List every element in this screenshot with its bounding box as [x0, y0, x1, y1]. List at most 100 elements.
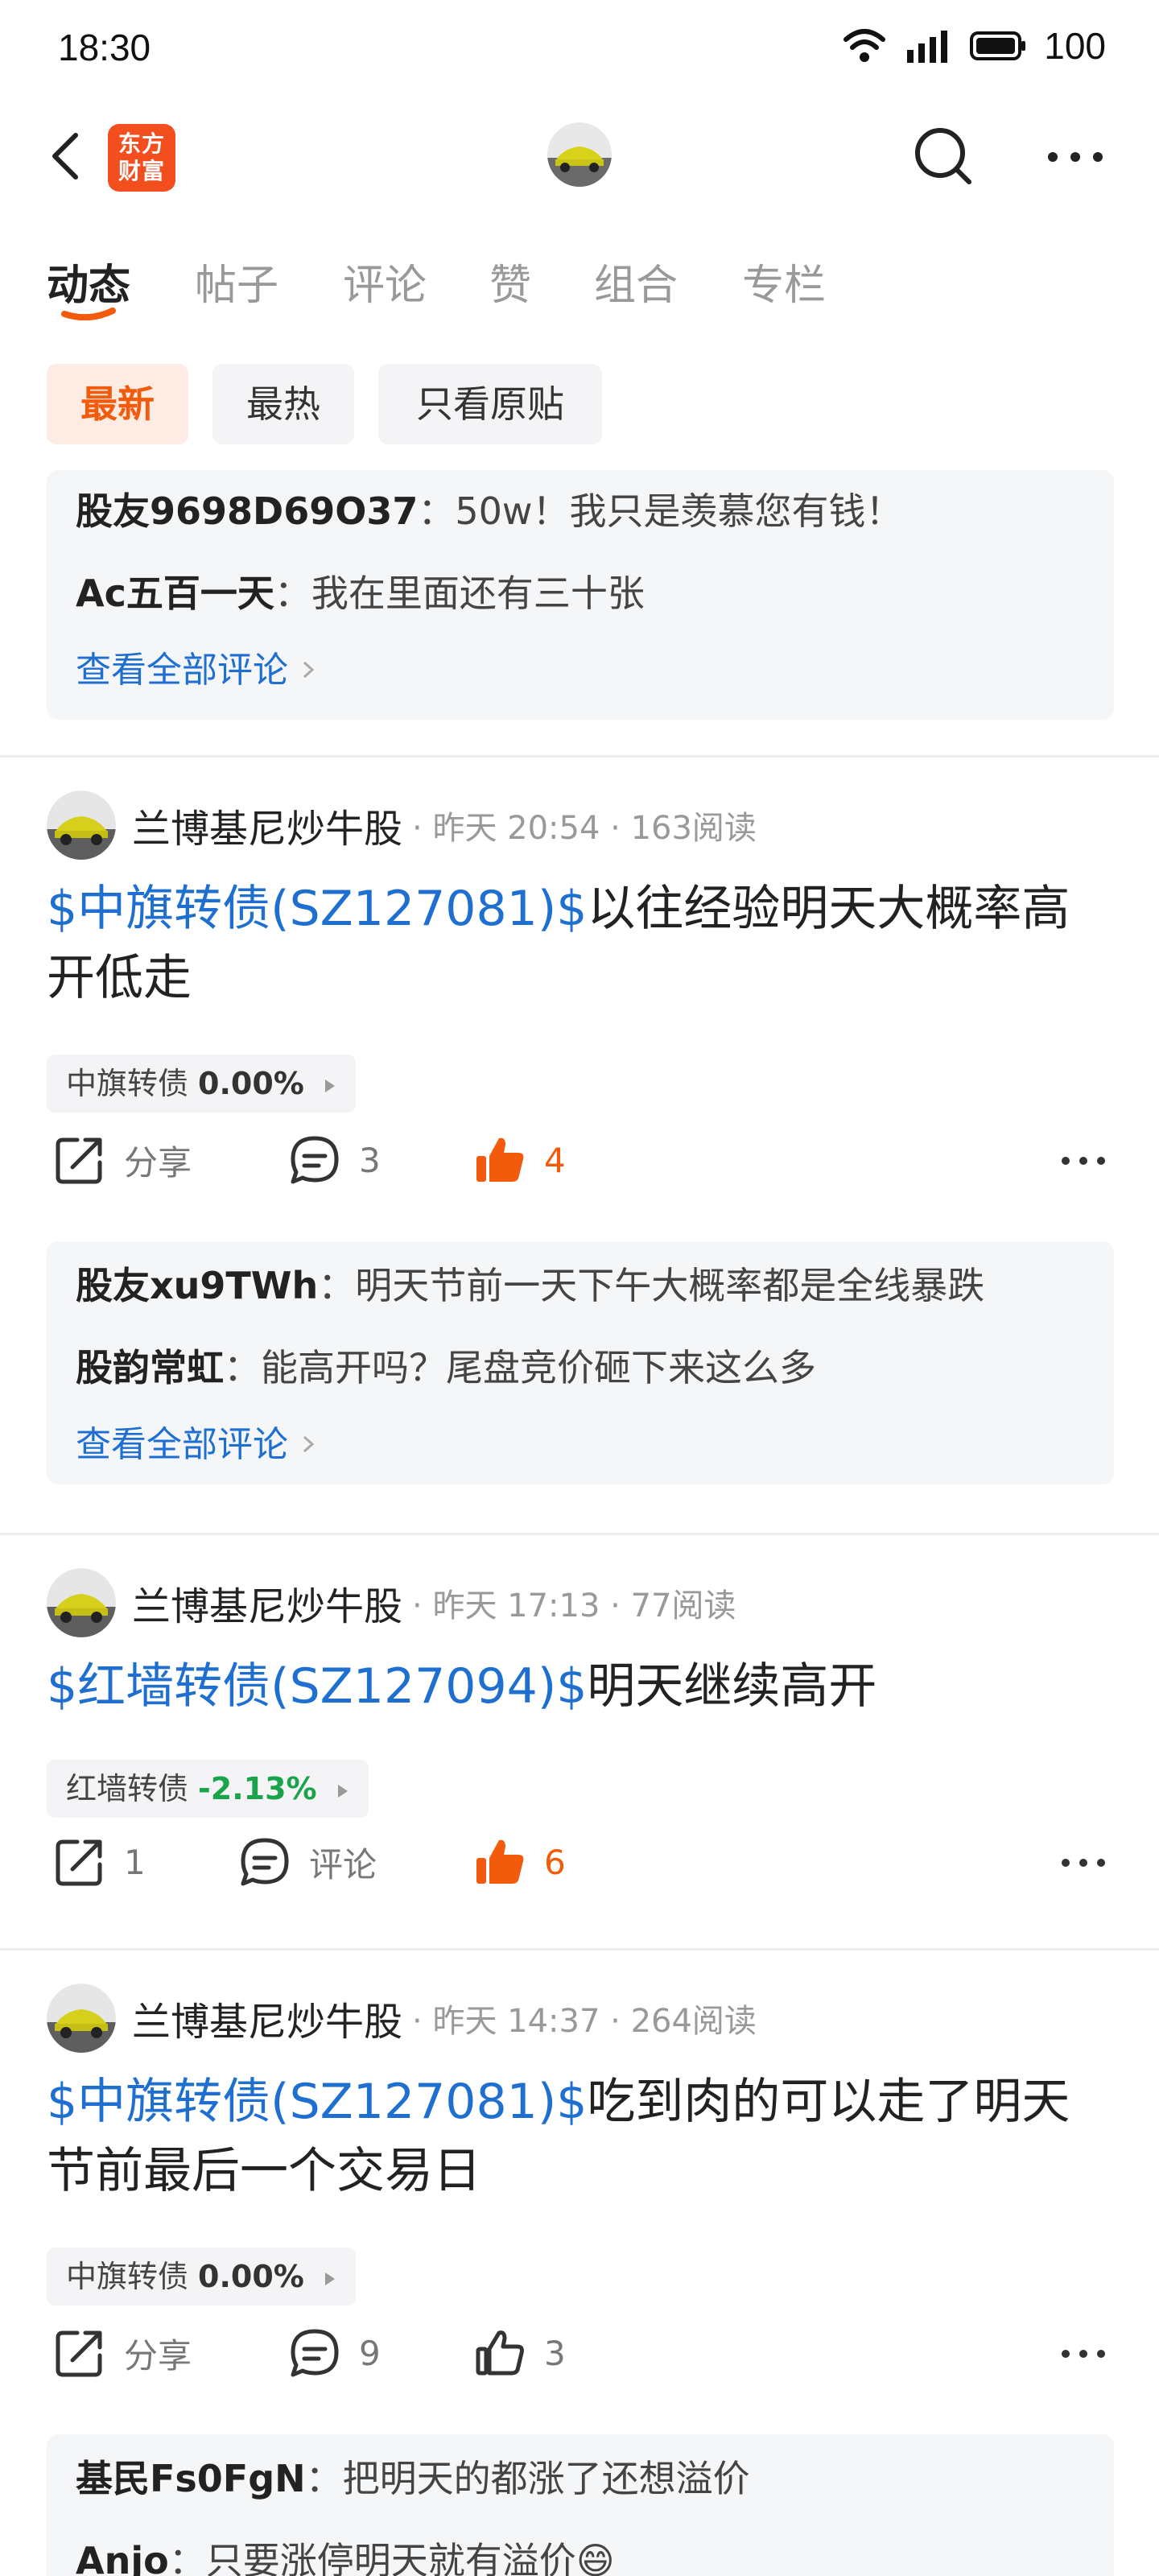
divider	[0, 1948, 1159, 1951]
author-avatar[interactable]	[47, 1568, 116, 1637]
post-card[interactable]: 兰博基尼炒牛股 · 昨天 20:54 · 163阅读 $中旗转债(SZ12708…	[0, 789, 1159, 1513]
post-text: 明天继续高开	[587, 1658, 877, 1715]
more-horizontal-icon	[1048, 152, 1103, 162]
author-avatar[interactable]	[47, 1984, 116, 2053]
comment-icon	[291, 1136, 339, 1184]
play-arrow-icon	[324, 2272, 335, 2285]
comment-user[interactable]: 股韵常虹	[76, 1346, 224, 1389]
comment-user[interactable]: 股友xu9TWh	[76, 1264, 318, 1307]
status-time: 18:30	[58, 27, 151, 68]
comment-item[interactable]: 股韵常虹：能高开吗？尾盘竞价砸下来这么多	[76, 1327, 1085, 1409]
comment-item[interactable]: 股友9698D69O37：50w！我只是羡慕您有钱！	[76, 470, 1085, 552]
car-avatar-icon	[47, 791, 116, 860]
like-button[interactable]: 4	[472, 1124, 566, 1196]
comment-user[interactable]: Ac五百一天	[76, 572, 274, 615]
back-button[interactable]	[40, 124, 97, 188]
tab-comments[interactable]: 评论	[343, 251, 427, 312]
comment-button[interactable]: 评论	[237, 1826, 377, 1898]
comment-user[interactable]: 股友9698D69O37	[76, 489, 418, 533]
post-content[interactable]: $中旗转债(SZ127081)$吃到肉的可以走了明天节前最后一个交易日	[47, 2067, 1117, 2206]
view-all-comments-link[interactable]: 查看全部评论	[76, 1409, 1085, 1486]
tab-portfolio[interactable]: 组合	[594, 251, 678, 312]
comment-button[interactable]: 3	[287, 1124, 381, 1196]
stock-link[interactable]: $红墙转债(SZ127094)$	[47, 1658, 587, 1715]
post-content[interactable]: $中旗转债(SZ127081)$以往经验明天大概率高开低走	[47, 874, 1117, 1013]
chip-change-value: 0.00%	[198, 2259, 304, 2294]
post-card[interactable]: 兰博基尼炒牛股 · 昨天 14:37 · 264阅读 $中旗转债(SZ12708…	[0, 1982, 1159, 2576]
author-name[interactable]: 兰博基尼炒牛股	[132, 797, 402, 853]
chip-stock-name: 中旗转债	[66, 1066, 189, 1101]
like-button[interactable]: 6	[472, 1826, 566, 1898]
status-bar: 18:30 100	[0, 0, 1159, 97]
post-card[interactable]: 兰博基尼炒牛股 · 昨天 17:13 · 77阅读 $红墙转债(SZ127094…	[0, 1567, 1159, 1937]
comment-icon	[241, 1838, 289, 1886]
chevron-right-icon	[303, 661, 315, 679]
thumbs-up-filled-icon	[476, 1839, 524, 1884]
post-header: 兰博基尼炒牛股 · 昨天 17:13 · 77阅读	[47, 1567, 736, 1639]
comment-text: 把明天的都涨了还想溢价	[342, 2457, 750, 2500]
filter-hottest[interactable]: 最热	[212, 364, 354, 444]
comment-count: 9	[359, 2333, 381, 2373]
post-header: 兰博基尼炒牛股 · 昨天 14:37 · 264阅读	[47, 1982, 757, 2054]
tab-column[interactable]: 专栏	[742, 251, 826, 312]
stock-link[interactable]: $中旗转债(SZ127081)$	[47, 2074, 587, 2130]
view-all-comments-link[interactable]: 查看全部评论	[76, 634, 1085, 712]
author-name[interactable]: 兰博基尼炒牛股	[132, 1575, 402, 1631]
comment-button[interactable]: 9	[287, 2317, 381, 2389]
profile-tabs: 动态 帖子 评论 赞 组合 专栏	[0, 242, 1159, 330]
more-options-button[interactable]	[1043, 129, 1107, 185]
comment-separator: ：	[305, 2457, 343, 2500]
share-button[interactable]: 1	[52, 1826, 146, 1898]
logo-line-1: 东方	[118, 130, 165, 157]
share-icon	[56, 1839, 102, 1886]
comment-item[interactable]: Ac五百一天：我在里面还有三十张	[76, 552, 1085, 634]
share-button[interactable]: 分享	[52, 2317, 192, 2389]
post-meta: · 昨天 17:13 · 77阅读	[412, 1587, 736, 1624]
wifi-icon	[843, 29, 886, 62]
stock-quote-chip[interactable]: 红墙转债 -2.13%	[47, 1760, 369, 1818]
chip-stock-name: 红墙转债	[66, 1771, 189, 1806]
thumbs-up-filled-icon	[476, 1137, 524, 1182]
share-button[interactable]: 分享	[52, 1124, 192, 1196]
comment-item[interactable]: 股友xu9TWh：明天节前一天下午大概率都是全线暴跌	[76, 1245, 1085, 1327]
stock-link[interactable]: $中旗转债(SZ127081)$	[47, 881, 587, 937]
post-content[interactable]: $红墙转债(SZ127094)$明天继续高开	[47, 1652, 1117, 1721]
chevron-right-icon	[303, 1435, 315, 1453]
header: 东方 财富	[0, 113, 1159, 201]
comment-preview-box: 股友9698D69O37：50w！我只是羡慕您有钱！ Ac五百一天：我在里面还有…	[47, 470, 1114, 720]
filter-original-only[interactable]: 只看原贴	[378, 364, 602, 444]
more-horizontal-icon[interactable]	[1059, 2346, 1107, 2362]
filter-latest[interactable]: 最新	[47, 364, 188, 444]
profile-avatar[interactable]	[547, 122, 612, 187]
tab-likes[interactable]: 赞	[489, 251, 531, 312]
author-avatar[interactable]	[47, 791, 116, 860]
battery-icon	[970, 31, 1026, 60]
comment-item[interactable]: 基民Fs0FgN：把明天的都涨了还想溢价	[76, 2438, 1085, 2520]
post-actions: 分享 3 4	[0, 1124, 1159, 1196]
comment-separator: ：	[168, 2539, 206, 2576]
view-all-label: 查看全部评论	[76, 650, 288, 691]
chip-change-value: 0.00%	[198, 1066, 304, 1101]
comment-separator: ：	[418, 489, 456, 533]
search-icon	[915, 128, 971, 184]
tab-dynamics[interactable]: 动态	[47, 251, 130, 312]
view-all-label: 查看全部评论	[76, 1424, 288, 1465]
author-name[interactable]: 兰博基尼炒牛股	[132, 1990, 402, 2046]
like-button[interactable]: 3	[472, 2317, 566, 2389]
comment-item[interactable]: Anjo：只要涨停明天就有溢价😄	[76, 2520, 1085, 2576]
tab-posts[interactable]: 帖子	[195, 251, 278, 312]
more-horizontal-icon[interactable]	[1059, 1855, 1107, 1871]
search-button[interactable]	[909, 122, 977, 190]
stock-quote-chip[interactable]: 中旗转债 0.00%	[47, 2248, 356, 2306]
comment-user[interactable]: Anjo	[76, 2539, 169, 2576]
divider	[0, 1533, 1159, 1535]
comment-user[interactable]: 基民Fs0FgN	[76, 2457, 306, 2500]
share-icon	[56, 1137, 102, 1184]
status-icons: 100	[843, 24, 1106, 68]
comment-preview-box: 股友xu9TWh：明天节前一天下午大概率都是全线暴跌 股韵常虹：能高开吗？尾盘竞…	[47, 1241, 1114, 1484]
share-label: 分享	[124, 1142, 192, 1183]
stock-quote-chip[interactable]: 中旗转债 0.00%	[47, 1055, 356, 1113]
more-horizontal-icon[interactable]	[1059, 1153, 1107, 1169]
post-meta: · 昨天 14:37 · 264阅读	[412, 2003, 757, 2040]
comment-icon	[291, 2329, 339, 2377]
